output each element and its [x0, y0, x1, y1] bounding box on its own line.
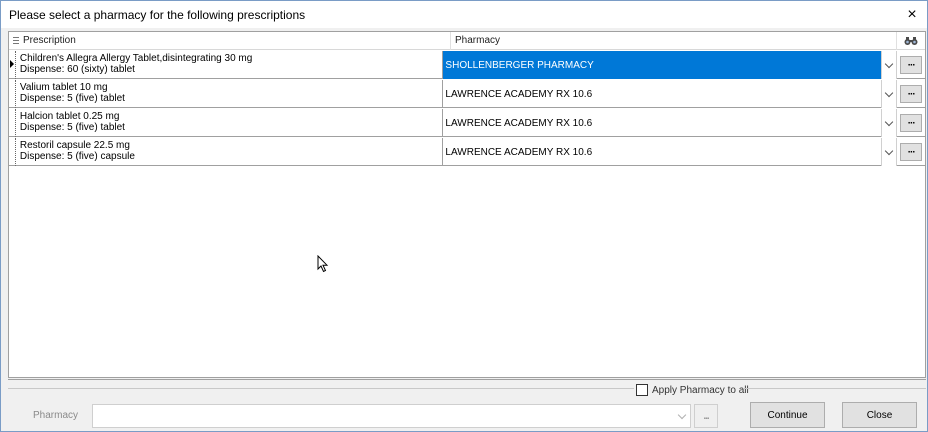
- pharmacy-cell[interactable]: SHOLLENBERGER PHARMACY: [443, 51, 882, 79]
- chevron-down-icon[interactable]: [881, 138, 898, 166]
- pharmacy-cell[interactable]: LAWRENCE ACADEMY RX 10.6: [443, 138, 882, 166]
- prescription-cell[interactable]: Children's Allegra Allergy Tablet,disint…: [14, 51, 444, 79]
- chevron-down-icon[interactable]: [881, 80, 898, 108]
- pharmacy-lookup-button[interactable]: ···: [900, 56, 923, 74]
- prescription-cell[interactable]: Halcion tablet 0.25 mg Dispense: 5 (five…: [14, 109, 444, 137]
- pharmacy-lookup-button[interactable]: ...: [694, 404, 718, 428]
- divider: [743, 388, 926, 389]
- pharmacy-lookup-button[interactable]: ···: [900, 85, 923, 103]
- prescription-name: Halcion tablet 0.25 mg: [19, 111, 120, 122]
- pharmacy-lookup-cell: ···: [897, 80, 925, 108]
- pharmacy-lookup-button[interactable]: ···: [900, 143, 923, 161]
- table-row[interactable]: Restoril capsule 22.5 mg Dispense: 5 (fi…: [9, 138, 925, 166]
- row-indicator: [9, 138, 15, 166]
- apply-to-all-label: Apply Pharmacy to all: [652, 384, 749, 396]
- close-button[interactable]: Close: [842, 402, 917, 428]
- binoculars-icon[interactable]: [897, 32, 925, 50]
- pharmacy-lookup-cell: ···: [897, 51, 925, 79]
- pharmacy-label: Pharmacy: [33, 410, 79, 421]
- current-row-indicator-icon: [9, 51, 15, 79]
- row-indicator: [9, 80, 15, 108]
- prescription-grid: Prescription Pharmacy Children's Allegra…: [8, 31, 926, 378]
- bottom-panel: Apply Pharmacy to all Pharmacy ... Conti…: [8, 379, 926, 431]
- divider: [8, 388, 634, 389]
- row-indicator: [9, 109, 15, 137]
- column-chooser-icon[interactable]: [13, 36, 19, 46]
- grid-header: Prescription Pharmacy: [9, 32, 925, 50]
- prescription-dispense: Dispense: 5 (five) tablet: [19, 122, 125, 133]
- pharmacy-selection-dialog: Please select a pharmacy for the followi…: [0, 0, 928, 432]
- table-row[interactable]: Halcion tablet 0.25 mg Dispense: 5 (five…: [9, 109, 925, 137]
- column-header-pharmacy[interactable]: Pharmacy: [451, 32, 897, 50]
- pharmacy-cell[interactable]: LAWRENCE ACADEMY RX 10.6: [443, 80, 882, 108]
- prescription-name: Valium tablet 10 mg: [19, 82, 108, 93]
- title-bar: Please select a pharmacy for the followi…: [1, 1, 927, 28]
- close-button-label: Close: [866, 409, 893, 421]
- pharmacy-combobox[interactable]: [92, 404, 691, 428]
- prescription-cell[interactable]: Restoril capsule 22.5 mg Dispense: 5 (fi…: [14, 138, 444, 166]
- close-icon[interactable]: ×: [897, 1, 927, 28]
- continue-button-label: Continue: [767, 409, 808, 421]
- table-row[interactable]: Children's Allegra Allergy Tablet,disint…: [9, 51, 925, 79]
- pharmacy-lookup-cell: ···: [897, 138, 925, 166]
- mouse-cursor-icon: [317, 255, 329, 273]
- chevron-down-icon[interactable]: [881, 109, 898, 137]
- pharmacy-lookup-cell: ···: [897, 109, 925, 137]
- apply-to-all-checkbox[interactable]: Apply Pharmacy to all: [636, 383, 749, 397]
- column-header-prescription-label: Prescription: [23, 35, 76, 46]
- checkbox-icon[interactable]: [636, 384, 648, 396]
- prescription-dispense: Dispense: 5 (five) tablet: [19, 93, 125, 104]
- prescription-cell[interactable]: Valium tablet 10 mg Dispense: 5 (five) t…: [14, 80, 444, 108]
- table-row[interactable]: Valium tablet 10 mg Dispense: 5 (five) t…: [9, 80, 925, 108]
- prescription-dispense: Dispense: 60 (sixty) tablet: [19, 64, 135, 75]
- prescription-name: Children's Allegra Allergy Tablet,disint…: [19, 53, 253, 64]
- column-header-prescription[interactable]: Prescription: [9, 32, 451, 50]
- dialog-title: Please select a pharmacy for the followi…: [9, 7, 306, 22]
- pharmacy-lookup-button[interactable]: ···: [900, 114, 923, 132]
- column-header-pharmacy-label: Pharmacy: [455, 35, 501, 46]
- continue-button[interactable]: Continue: [750, 402, 825, 428]
- prescription-dispense: Dispense: 5 (five) capsule: [19, 151, 135, 162]
- prescription-name: Restoril capsule 22.5 mg: [19, 140, 130, 151]
- pharmacy-cell[interactable]: LAWRENCE ACADEMY RX 10.6: [443, 109, 882, 137]
- chevron-down-icon[interactable]: [674, 405, 690, 427]
- chevron-down-icon[interactable]: [881, 51, 898, 79]
